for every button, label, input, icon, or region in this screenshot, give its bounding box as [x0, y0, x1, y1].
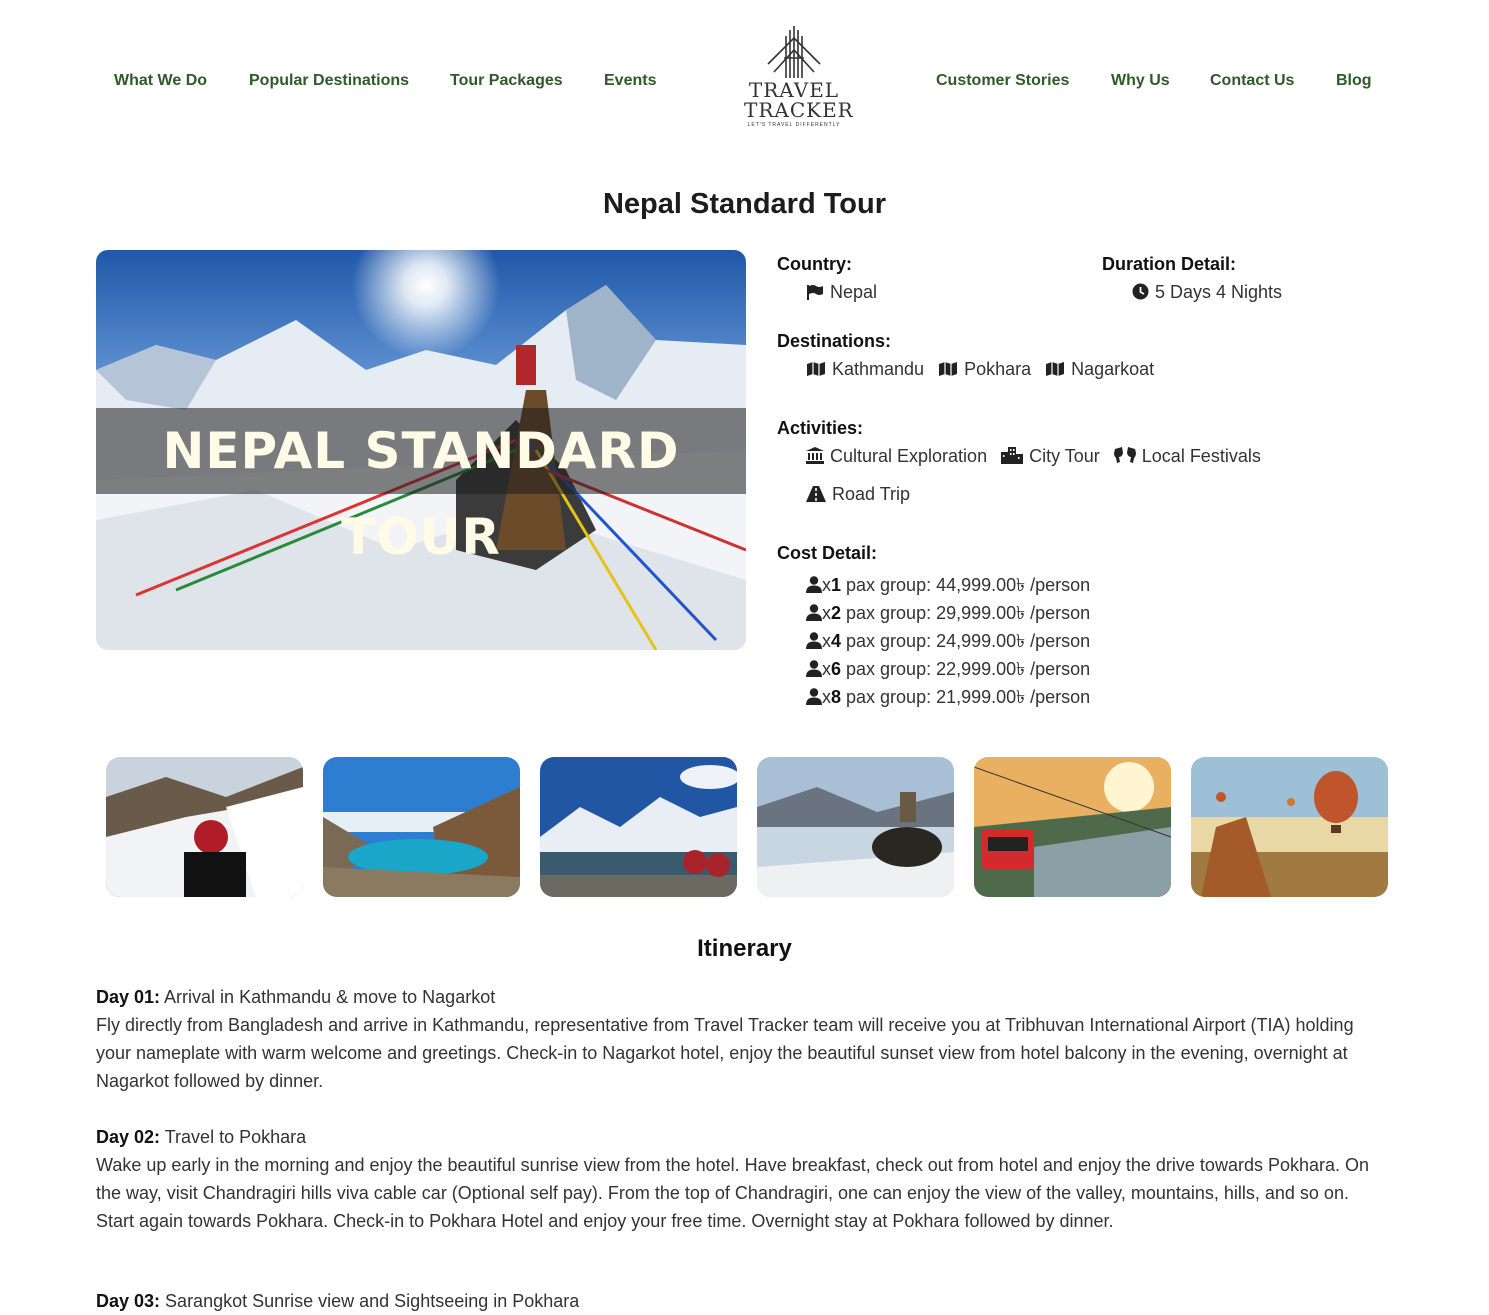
hero-title-band: NEPAL STANDARD TOUR [96, 408, 746, 566]
logo-word-tracker: TRACKER [744, 98, 854, 122]
cost-row: x8 pax group: 21,999.00৳ /person [806, 683, 1090, 714]
day-label: Day 02: [96, 1127, 161, 1147]
user-icon [806, 660, 822, 682]
cost-price: pax group: 21,999.00৳ /person [841, 687, 1091, 707]
glasses-cheers-icon [1113, 447, 1136, 469]
activity-chip: City Tour [1001, 446, 1100, 469]
user-icon [806, 688, 822, 710]
nav-popular-destinations[interactable]: Popular Destinations [249, 72, 409, 90]
day-label: Day 03: [96, 1291, 161, 1311]
duration-label: Duration Detail: [1102, 254, 1237, 274]
nav-tour-packages[interactable]: Tour Packages [450, 72, 563, 90]
gallery-thumbnail[interactable] [106, 757, 303, 897]
cost-x: x [822, 687, 831, 707]
day-title: Travel to Pokhara [160, 1127, 307, 1147]
activity-chip: Road Trip [806, 484, 910, 507]
landmark-icon [806, 447, 824, 469]
city-icon [1001, 447, 1024, 469]
country-text: Nepal [830, 282, 878, 302]
cost-pax-count: 6 [831, 659, 842, 679]
country-label: Country: [777, 254, 852, 274]
country-value: Nepal [806, 282, 877, 305]
nav-what-we-do[interactable]: What We Do [114, 72, 207, 90]
map-icon [806, 361, 826, 382]
cost-x: x [822, 603, 831, 623]
nav-contact-us[interactable]: Contact Us [1210, 72, 1294, 90]
flag-icon [806, 284, 824, 305]
gallery-thumbnail[interactable] [974, 757, 1171, 897]
nav-customer-stories[interactable]: Customer Stories [936, 72, 1069, 90]
gallery-thumbnail[interactable] [540, 757, 737, 897]
itinerary-day: Day 03: Sarangkot Sunrise view and Sight… [96, 1287, 1386, 1315]
road-icon [806, 486, 826, 507]
destination-chip: Kathmandu [806, 359, 924, 382]
cost-pax-count: 8 [831, 687, 842, 707]
nav-events[interactable]: Events [604, 72, 656, 90]
gallery-thumbnail[interactable] [757, 757, 954, 897]
map-icon [1045, 361, 1065, 382]
cost-x: x [822, 575, 831, 595]
page-title: Nepal Standard Tour [602, 188, 887, 220]
cost-price: pax group: 44,999.00৳ /person [841, 575, 1091, 595]
destinations-label: Destinations: [777, 331, 892, 351]
duration-text: 5 Days 4 Nights [1155, 282, 1283, 302]
day-description: Wake up early in the morning and enjoy t… [96, 1155, 1370, 1231]
cost-row: x2 pax group: 29,999.00৳ /person [806, 599, 1090, 630]
clock-icon [1132, 283, 1149, 305]
destination-chip: Pokhara [938, 359, 1031, 382]
cost-label: Cost Detail: [777, 543, 878, 563]
activities-row-1: Cultural Exploration City Tour Local Festi… [806, 446, 1275, 469]
hero-overlay-text: NEPAL STANDARD TOUR [162, 422, 680, 566]
destinations-list: Kathmandu Pokhara Nagarkoat [806, 359, 1168, 382]
itinerary-day: Day 02: Travel to Pokhara Wake up early … [96, 1123, 1386, 1235]
user-icon [806, 576, 822, 598]
cost-price: pax group: 22,999.00৳ /person [841, 659, 1091, 679]
day-title: Arrival in Kathmandu & move to Nagarkot [160, 987, 496, 1007]
travel-tracker-logo[interactable]: TRAVEL TRACKER LET'S TRAVEL DIFFERENTLY [744, 24, 854, 139]
logo-tagline: LET'S TRAVEL DIFFERENTLY [747, 122, 841, 128]
gallery-thumbnail[interactable] [323, 757, 520, 897]
nav-why-us[interactable]: Why Us [1111, 72, 1170, 90]
cost-row: x4 pax group: 24,999.00৳ /person [806, 627, 1090, 658]
cost-row: x6 pax group: 22,999.00৳ /person [806, 655, 1090, 686]
user-icon [806, 604, 822, 626]
activity-chip: Cultural Exploration [806, 446, 987, 469]
gallery-thumbnail[interactable] [1191, 757, 1388, 897]
cost-x: x [822, 631, 831, 651]
duration-value: 5 Days 4 Nights [1132, 282, 1282, 305]
logo-word-travel: TRAVEL [748, 78, 840, 102]
cost-x: x [822, 659, 831, 679]
nav-blog[interactable]: Blog [1336, 72, 1372, 90]
logo-mountain-icon [767, 26, 821, 78]
activity-chip: Local Festivals [1113, 446, 1261, 469]
hero-image: NEPAL STANDARD TOUR [96, 250, 746, 650]
map-icon [938, 361, 958, 382]
activities-label: Activities: [777, 418, 864, 438]
destination-chip: Nagarkoat [1045, 359, 1154, 382]
cost-pax-count: 2 [831, 603, 842, 623]
itinerary-day: Day 01: Arrival in Kathmandu & move to N… [96, 983, 1386, 1095]
day-label: Day 01: [96, 987, 161, 1007]
cost-price: pax group: 29,999.00৳ /person [841, 603, 1091, 623]
day-title: Sarangkot Sunrise view and Sightseeing i… [160, 1291, 580, 1311]
cost-row: x1 pax group: 44,999.00৳ /person [806, 571, 1090, 602]
itinerary-heading: Itinerary [697, 935, 792, 962]
cost-pax-count: 4 [831, 631, 842, 651]
cost-pax-count: 1 [831, 575, 842, 595]
activities-row-2: Road Trip [806, 484, 924, 507]
cost-price: pax group: 24,999.00৳ /person [841, 631, 1091, 651]
day-description: Fly directly from Bangladesh and arrive … [96, 1015, 1354, 1091]
user-icon [806, 632, 822, 654]
top-navigation: What We Do Popular Destinations Tour Pac… [0, 0, 1489, 165]
